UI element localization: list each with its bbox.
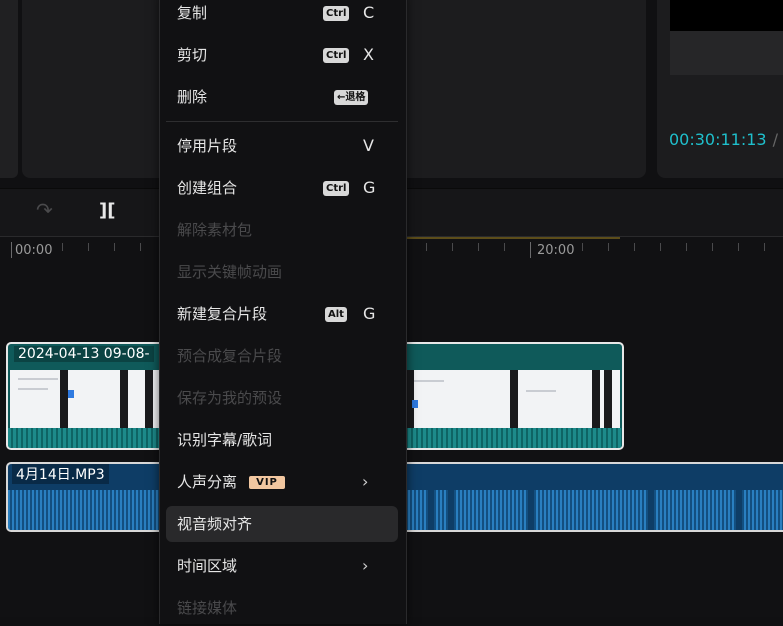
menu-item-recognize-subtitles[interactable]: 识别字幕/歌词 bbox=[166, 422, 398, 458]
ctrl-key-badge: Ctrl bbox=[323, 6, 350, 21]
current-timecode: 00:30:11:13 bbox=[669, 130, 767, 149]
menu-item-disable-clip[interactable]: 停用片段 V bbox=[166, 128, 398, 164]
menu-item-label: 显示关键帧动画 bbox=[177, 263, 283, 281]
menu-item-label: 新建复合片段 bbox=[177, 305, 268, 323]
menu-item-av-align[interactable]: 视音频对齐 bbox=[166, 506, 398, 542]
menu-item-show-keyframes: 显示关键帧动画 bbox=[166, 254, 398, 290]
shortcut-key: X bbox=[363, 45, 374, 64]
menu-item-label: 剪切 bbox=[177, 46, 208, 64]
shortcut-key: G bbox=[363, 304, 376, 323]
ruler-label-start: 00:00 bbox=[15, 243, 53, 258]
ruler-major-tick bbox=[11, 242, 12, 258]
ruler-major-tick bbox=[530, 242, 531, 258]
menu-item-label: 时间区域 bbox=[177, 557, 238, 575]
ruler-tick bbox=[452, 243, 453, 251]
ruler-tick bbox=[88, 243, 89, 251]
timecode-separator: / bbox=[772, 130, 778, 149]
ruler-tick bbox=[764, 243, 765, 251]
ruler-tick bbox=[426, 243, 427, 251]
ruler-tick bbox=[140, 243, 141, 251]
ruler-tick bbox=[62, 243, 63, 251]
ctrl-key-badge: Ctrl bbox=[323, 48, 350, 63]
menu-item-unpack-material: 解除素材包 bbox=[166, 212, 398, 248]
menu-item-label: 保存为我的预设 bbox=[177, 389, 283, 407]
backspace-key-badge: ←退格 bbox=[334, 90, 369, 105]
menu-item-label: 视音频对齐 bbox=[177, 515, 253, 533]
ruler-tick bbox=[582, 243, 583, 251]
clip-thumbnail bbox=[406, 370, 620, 428]
menu-item-label: 停用片段 bbox=[177, 137, 238, 155]
ruler-tick bbox=[712, 243, 713, 251]
menu-item-new-compound-clip[interactable]: 新建复合片段 Alt G bbox=[166, 296, 398, 332]
menu-item-label: 识别字幕/歌词 bbox=[177, 431, 273, 449]
menu-item-label: 复制 bbox=[177, 4, 208, 22]
ruler-tick bbox=[738, 243, 739, 251]
menu-item-precompose: 预合成复合片段 bbox=[166, 338, 398, 374]
chevron-right-icon: › bbox=[362, 472, 369, 491]
clip-thumbnail bbox=[10, 370, 160, 428]
alt-key-badge: Alt bbox=[325, 307, 347, 322]
ruler-tick bbox=[478, 243, 479, 251]
chevron-right-icon: › bbox=[362, 556, 369, 575]
ruler-tick bbox=[660, 243, 661, 251]
shortcut-key: C bbox=[363, 3, 375, 22]
ruler-tick bbox=[114, 243, 115, 251]
ruler-tick bbox=[504, 243, 505, 251]
audio-clip-title: 4月14日.MP3 bbox=[12, 464, 109, 484]
preview-canvas bbox=[670, 0, 783, 31]
menu-item-link-media: 链接媒体 bbox=[166, 590, 398, 626]
split-icon[interactable]: ][ bbox=[99, 199, 119, 223]
ruler-tick bbox=[634, 243, 635, 251]
ruler-label-20: 20:00 bbox=[537, 243, 575, 258]
menu-divider bbox=[166, 121, 398, 122]
left-panel bbox=[0, 0, 18, 178]
menu-item-time-region[interactable]: 时间区域 › bbox=[166, 548, 398, 584]
ctrl-key-badge: Ctrl bbox=[323, 181, 350, 196]
video-clip-title: 2024-04-13 09-08- bbox=[14, 346, 154, 362]
menu-item-label: 解除素材包 bbox=[177, 221, 253, 239]
menu-item-copy[interactable]: 复制 Ctrl C bbox=[166, 0, 398, 31]
timecode-display: 00:30:11:13/0 bbox=[669, 130, 783, 149]
menu-item-create-group[interactable]: 创建组合 Ctrl G bbox=[166, 170, 398, 206]
vip-badge: VIP bbox=[249, 476, 285, 489]
menu-item-save-preset: 保存为我的预设 bbox=[166, 380, 398, 416]
menu-item-label: 链接媒体 bbox=[177, 599, 238, 617]
ruler-tick bbox=[608, 243, 609, 251]
menu-item-delete[interactable]: 删除 ←退格 bbox=[166, 79, 398, 115]
shortcut-key: G bbox=[363, 178, 376, 197]
preview-canvas-lower bbox=[670, 31, 783, 75]
menu-item-cut[interactable]: 剪切 Ctrl X bbox=[166, 37, 398, 73]
redo-icon[interactable]: ↷ bbox=[36, 199, 58, 221]
menu-item-label: 人声分离 bbox=[177, 473, 238, 491]
shortcut-key: V bbox=[363, 136, 374, 155]
menu-item-label: 创建组合 bbox=[177, 179, 238, 197]
menu-item-vocal-separation[interactable]: 人声分离 VIP › bbox=[166, 464, 398, 500]
menu-item-label: 删除 bbox=[177, 88, 208, 106]
ruler-tick bbox=[686, 243, 687, 251]
menu-item-label: 预合成复合片段 bbox=[177, 347, 283, 365]
